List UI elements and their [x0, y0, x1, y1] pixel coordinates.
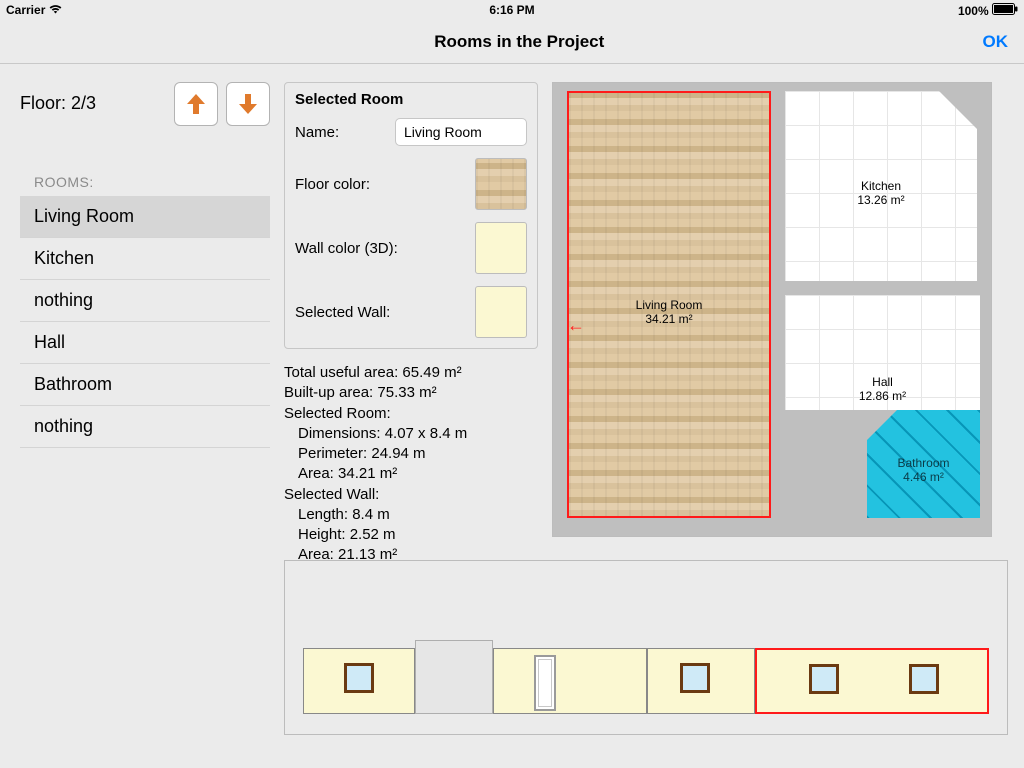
- plan-room-hall[interactable]: Hall12.86 m²: [785, 295, 980, 410]
- window-icon: [809, 664, 839, 694]
- carrier-label: Carrier: [6, 3, 45, 17]
- elev-wall-1[interactable]: [303, 648, 415, 714]
- arrow-down-icon: [236, 92, 260, 116]
- room-list: Living Room Kitchen nothing Hall Bathroo…: [20, 196, 270, 448]
- elev-wall-selected[interactable]: [755, 648, 989, 714]
- room-item-kitchen[interactable]: Kitchen: [20, 238, 270, 280]
- battery-text: 100%: [958, 4, 989, 18]
- clock: 6:16 PM: [489, 3, 534, 17]
- selected-wall-swatch[interactable]: [475, 286, 527, 338]
- wall-elevation[interactable]: [284, 560, 1008, 735]
- floor-color-swatch[interactable]: [475, 158, 527, 210]
- room-item-nothing-2[interactable]: nothing: [20, 406, 270, 448]
- plan-room-living[interactable]: Living Room34.21 m² ←: [567, 91, 771, 518]
- selected-wall-label: Selected Wall:: [295, 304, 475, 321]
- elev-wall-2[interactable]: [415, 640, 493, 714]
- elev-wall-4[interactable]: [647, 648, 755, 714]
- floorplan[interactable]: Living Room34.21 m² ← Kitchen13.26 m² Ha…: [552, 82, 992, 537]
- window-icon: [344, 663, 374, 693]
- rooms-header: ROOMS:: [20, 174, 270, 190]
- room-name-input[interactable]: [395, 118, 527, 146]
- page-title: Rooms in the Project: [56, 32, 983, 52]
- room-item-bathroom[interactable]: Bathroom: [20, 364, 270, 406]
- elev-wall-3[interactable]: [493, 648, 647, 714]
- wifi-icon: [49, 3, 62, 17]
- room-item-nothing-1[interactable]: nothing: [20, 280, 270, 322]
- floor-color-label: Floor color:: [295, 176, 475, 193]
- wall-color-label: Wall color (3D):: [295, 240, 475, 257]
- ok-button[interactable]: OK: [983, 32, 1009, 52]
- plan-room-kitchen[interactable]: Kitchen13.26 m²: [785, 91, 977, 281]
- plan-room-bathroom[interactable]: Bathroom4.46 m²: [867, 410, 980, 518]
- window-icon: [680, 663, 710, 693]
- floor-down-button[interactable]: [226, 82, 270, 126]
- wall-marker-icon: ←: [567, 315, 585, 336]
- floor-indicator: Floor: 2/3: [20, 93, 166, 115]
- nav-bar: Rooms in the Project OK: [0, 20, 1024, 64]
- name-label: Name:: [295, 124, 395, 141]
- arrow-up-icon: [184, 92, 208, 116]
- window-icon: [909, 664, 939, 694]
- room-item-living-room[interactable]: Living Room: [20, 196, 270, 238]
- panel-title: Selected Room: [295, 91, 527, 108]
- floor-up-button[interactable]: [174, 82, 218, 126]
- status-bar: Carrier 6:16 PM 100%: [0, 0, 1024, 20]
- wall-color-swatch[interactable]: [475, 222, 527, 274]
- room-item-hall[interactable]: Hall: [20, 322, 270, 364]
- battery-icon: [992, 4, 1018, 18]
- selected-room-panel: Selected Room Name: Floor color: Wall co…: [284, 82, 538, 349]
- door-icon: [534, 655, 556, 711]
